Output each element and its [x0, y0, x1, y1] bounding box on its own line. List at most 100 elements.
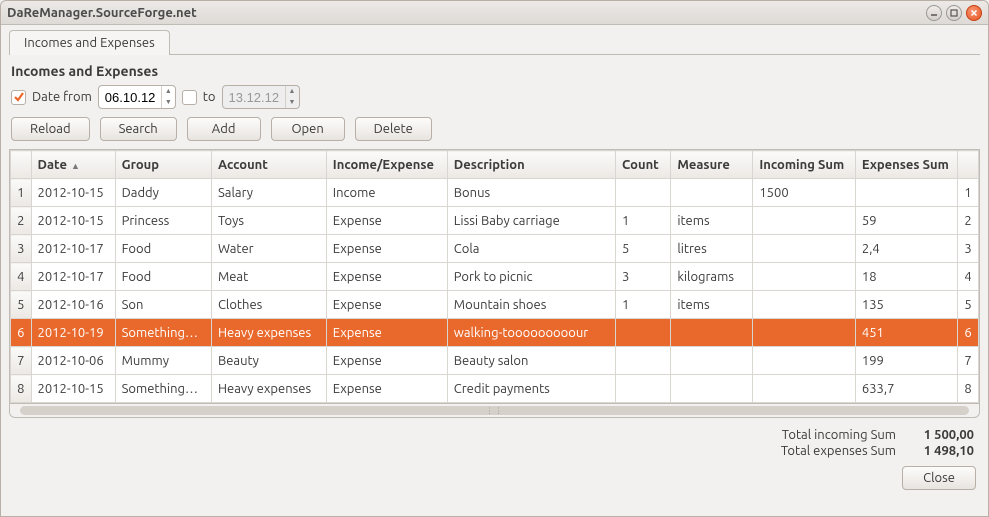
cell-desc[interactable]: Pork to picnic	[447, 263, 615, 291]
cell-account[interactable]: Clothes	[211, 291, 326, 319]
cell-date[interactable]: 2012-10-16	[31, 291, 115, 319]
table-row[interactable]: 32012-10-17FoodWaterExpenseCola5litres2,…	[11, 235, 979, 263]
date-from-field[interactable]	[99, 87, 161, 108]
table-row[interactable]: 62012-10-19Something…Heavy expensesExpen…	[11, 319, 979, 347]
header-account[interactable]: Account	[211, 151, 326, 179]
cell-desc[interactable]: Cola	[447, 235, 615, 263]
cell-type[interactable]: Expense	[326, 263, 447, 291]
cell-count[interactable]: 5	[615, 235, 670, 263]
cell-group[interactable]: Something…	[115, 319, 211, 347]
cell-inc[interactable]	[753, 235, 856, 263]
cell-inc[interactable]	[753, 347, 856, 375]
cell-measure[interactable]: items	[671, 207, 753, 235]
cell-rownum[interactable]: 7	[11, 347, 32, 375]
cell-exp[interactable]: 59	[855, 207, 958, 235]
cell-group[interactable]: Food	[115, 263, 211, 291]
cell-count[interactable]: 3	[615, 263, 670, 291]
cell-type[interactable]: Income	[326, 179, 447, 207]
header-group[interactable]: Group	[115, 151, 211, 179]
cell-inc[interactable]: 1500	[753, 179, 856, 207]
cell-desc[interactable]: Beauty salon	[447, 347, 615, 375]
cell-account[interactable]: Meat	[211, 263, 326, 291]
cell-type[interactable]: Expense	[326, 347, 447, 375]
cell-measure[interactable]	[671, 179, 753, 207]
cell-type[interactable]: Expense	[326, 375, 447, 403]
cell-measure[interactable]	[671, 347, 753, 375]
date-to-checkbox[interactable]	[182, 90, 197, 105]
cell-desc[interactable]: Lissi Baby carriage	[447, 207, 615, 235]
cell-type[interactable]: Expense	[326, 235, 447, 263]
cell-date[interactable]: 2012-10-17	[31, 263, 115, 291]
cell-exp[interactable]	[855, 179, 958, 207]
cell-inc[interactable]	[753, 319, 856, 347]
cell-rownum[interactable]: 6	[11, 319, 32, 347]
cell-date[interactable]: 2012-10-19	[31, 319, 115, 347]
header-expenses-sum[interactable]: Expenses Sum	[855, 151, 958, 179]
cell-group[interactable]: Mummy	[115, 347, 211, 375]
cell-exp[interactable]: 18	[855, 263, 958, 291]
header-income-expense[interactable]: Income/Expense	[326, 151, 447, 179]
cell-group[interactable]: Food	[115, 235, 211, 263]
cell-last[interactable]: 1	[958, 179, 979, 207]
header-extra[interactable]	[958, 151, 979, 179]
cell-account[interactable]: Heavy expenses	[211, 319, 326, 347]
cell-last[interactable]: 4	[958, 263, 979, 291]
cell-exp[interactable]: 451	[855, 319, 958, 347]
cell-count[interactable]	[615, 179, 670, 207]
cell-rownum[interactable]: 8	[11, 375, 32, 403]
cell-inc[interactable]	[753, 375, 856, 403]
header-description[interactable]: Description	[447, 151, 615, 179]
cell-count[interactable]: 1	[615, 291, 670, 319]
cell-rownum[interactable]: 2	[11, 207, 32, 235]
date-from-input[interactable]: ▲▼	[98, 85, 176, 109]
header-count[interactable]: Count	[615, 151, 670, 179]
cell-count[interactable]	[615, 375, 670, 403]
table-row[interactable]: 12012-10-15DaddySalaryIncomeBonus15001	[11, 179, 979, 207]
cell-date[interactable]: 2012-10-15	[31, 179, 115, 207]
table-row[interactable]: 52012-10-16SonClothesExpenseMountain sho…	[11, 291, 979, 319]
minimize-button[interactable]	[926, 5, 942, 21]
cell-exp[interactable]: 199	[855, 347, 958, 375]
cell-measure[interactable]: litres	[671, 235, 753, 263]
cell-measure[interactable]	[671, 375, 753, 403]
cell-account[interactable]: Water	[211, 235, 326, 263]
maximize-button[interactable]	[946, 5, 962, 21]
cell-desc[interactable]: walking-tooooooooour	[447, 319, 615, 347]
cell-inc[interactable]	[753, 291, 856, 319]
cell-account[interactable]: Beauty	[211, 347, 326, 375]
cell-last[interactable]: 3	[958, 235, 979, 263]
horizontal-scrollbar[interactable]: ⋮⋮	[9, 404, 980, 418]
cell-account[interactable]: Salary	[211, 179, 326, 207]
data-grid[interactable]: Date▲ Group Account Income/Expense Descr…	[9, 149, 980, 404]
cell-rownum[interactable]: 1	[11, 179, 32, 207]
close-button[interactable]	[966, 5, 982, 21]
date-from-down[interactable]: ▼	[162, 97, 175, 108]
cell-group[interactable]: Daddy	[115, 179, 211, 207]
cell-type[interactable]: Expense	[326, 291, 447, 319]
cell-group[interactable]: Princess	[115, 207, 211, 235]
cell-group[interactable]: Something…	[115, 375, 211, 403]
cell-desc[interactable]: Bonus	[447, 179, 615, 207]
table-row[interactable]: 72012-10-06MummyBeautyExpenseBeauty salo…	[11, 347, 979, 375]
header-measure[interactable]: Measure	[671, 151, 753, 179]
cell-measure[interactable]: kilograms	[671, 263, 753, 291]
close-dialog-button[interactable]: Close	[902, 466, 976, 490]
cell-count[interactable]	[615, 347, 670, 375]
search-button[interactable]: Search	[100, 117, 177, 141]
reload-button[interactable]: Reload	[11, 117, 90, 141]
cell-rownum[interactable]: 5	[11, 291, 32, 319]
cell-rownum[interactable]: 4	[11, 263, 32, 291]
cell-last[interactable]: 2	[958, 207, 979, 235]
cell-date[interactable]: 2012-10-15	[31, 375, 115, 403]
date-from-up[interactable]: ▲	[162, 86, 175, 97]
header-date[interactable]: Date▲	[31, 151, 115, 179]
cell-measure[interactable]	[671, 319, 753, 347]
header-rownum[interactable]	[11, 151, 32, 179]
cell-exp[interactable]: 633,7	[855, 375, 958, 403]
cell-date[interactable]: 2012-10-06	[31, 347, 115, 375]
cell-last[interactable]: 5	[958, 291, 979, 319]
delete-button[interactable]: Delete	[355, 117, 432, 141]
cell-date[interactable]: 2012-10-17	[31, 235, 115, 263]
date-from-checkbox[interactable]	[11, 90, 26, 105]
cell-rownum[interactable]: 3	[11, 235, 32, 263]
